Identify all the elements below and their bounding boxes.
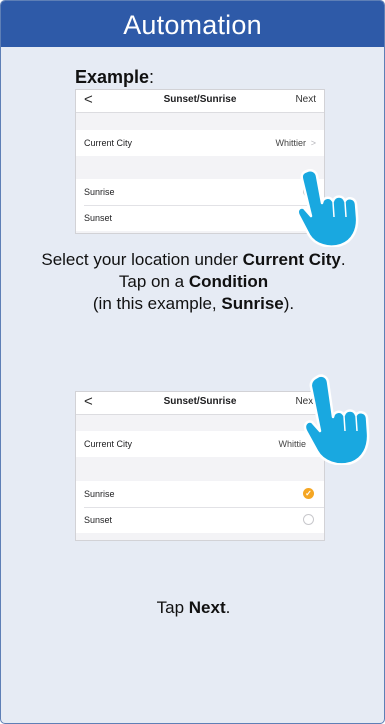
instruction-select-location: Select your location under Current City.… [1, 249, 384, 315]
instruction-punctuation: . [225, 598, 231, 617]
sunrise-label: Sunrise [84, 187, 115, 197]
pointing-hand-icon [296, 169, 359, 247]
sunset-radio[interactable] [303, 514, 314, 525]
example-label-text: Example [75, 67, 150, 87]
instruction-text: Tap on a [118, 272, 189, 291]
current-city-label: Current City [84, 138, 133, 148]
sunset-option[interactable]: Sunset [76, 507, 324, 533]
next-button[interactable]: Next [295, 94, 316, 105]
sunset-option[interactable]: Sunset [76, 205, 324, 231]
condition-emphasis: Condition [188, 272, 269, 291]
sunset-label: Sunset [84, 515, 113, 525]
nav-bar: < Sunset/Sunrise Next [76, 90, 324, 113]
example-screenshot-2: < Sunset/Sunrise Next Current City Whitt… [75, 391, 325, 541]
instruction-text: Select your location under [41, 250, 243, 269]
instruction-text: (in this example, [92, 294, 222, 313]
current-city-label: Current City [84, 439, 133, 449]
instruction-tap-next: Tap Next. [1, 597, 384, 619]
sunrise-option[interactable]: Sunrise [76, 179, 324, 205]
current-city-value: Whittier [275, 138, 306, 148]
nav-title: Sunset/Sunrise [163, 396, 237, 407]
example-label: Example: [75, 67, 154, 88]
example-screenshot-1: < Sunset/Sunrise Next Current City Whitt… [75, 89, 325, 234]
sunrise-emphasis: Sunrise [221, 294, 284, 313]
instruction-punctuation: ). [283, 294, 295, 313]
instruction-line-2: Tap on a Condition [1, 271, 384, 293]
section-header: Automation [1, 1, 384, 47]
nav-bar: < Sunset/Sunrise Next [76, 392, 324, 415]
nav-title: Sunset/Sunrise [163, 94, 237, 105]
section-title: Automation [123, 10, 262, 40]
sunrise-option[interactable]: Sunrise ✓ [76, 481, 324, 507]
current-city-emphasis: Current City [242, 250, 341, 269]
instruction-line-1: Select your location under Current City. [1, 249, 384, 271]
current-city-row[interactable]: Current City Whittie [76, 431, 324, 457]
instruction-punctuation: . [340, 250, 346, 269]
current-city-row[interactable]: Current City Whittier > [76, 130, 324, 156]
example-label-colon: : [149, 67, 155, 87]
pointing-hand-icon [303, 374, 370, 465]
sunset-label: Sunset [84, 213, 113, 223]
sunrise-label: Sunrise [84, 489, 115, 499]
automation-card: Automation Example: < Sunset/Sunrise Nex… [0, 0, 385, 724]
instruction-text: Tap [156, 598, 189, 617]
chevron-right-icon: > [310, 138, 316, 148]
instruction-line-3: (in this example, Sunrise). [1, 293, 384, 315]
next-emphasis: Next [188, 598, 226, 617]
checkmark-icon[interactable]: ✓ [303, 488, 314, 499]
